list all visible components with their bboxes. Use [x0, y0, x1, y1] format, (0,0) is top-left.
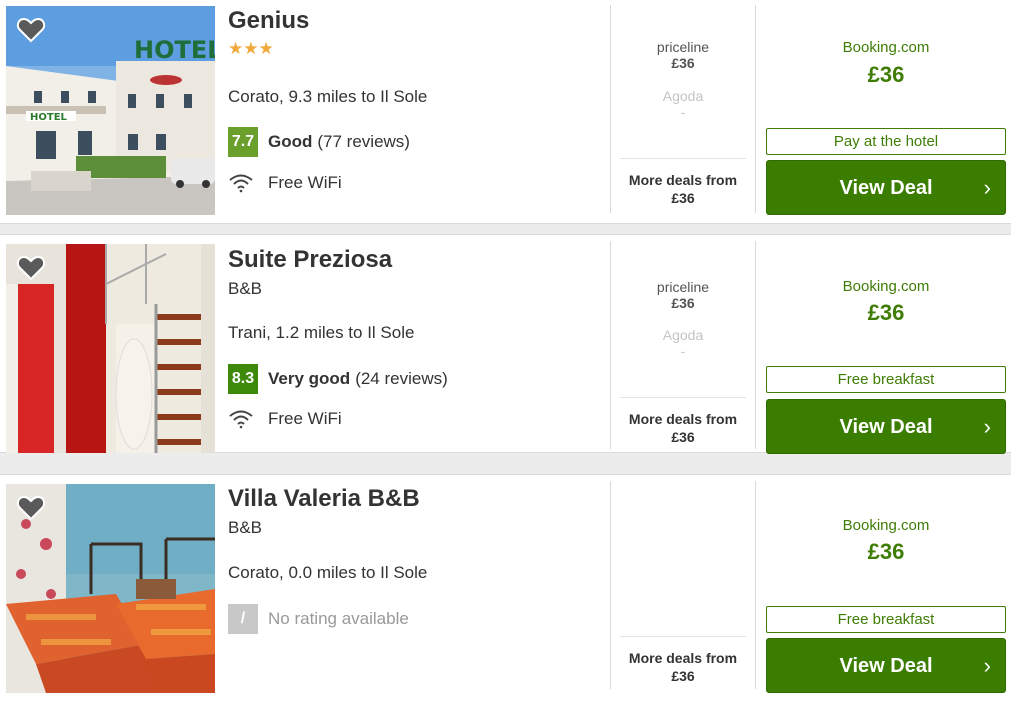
chevron-right-icon: › — [983, 414, 991, 439]
deal-provider[interactable]: Booking.com — [766, 517, 1006, 534]
deal-perk-badge: Free breakfast — [766, 366, 1006, 393]
deal-price[interactable]: £36 — [766, 539, 1006, 565]
alt-provider-price: £36 — [671, 55, 695, 71]
star-rating: ★★★ — [228, 39, 274, 58]
review-count: (77 reviews) — [317, 132, 410, 151]
view-deal-button[interactable]: View Deal › — [766, 638, 1006, 693]
more-deals-link[interactable]: More deals from £36 — [620, 397, 746, 446]
favorite-heart-icon[interactable] — [16, 493, 46, 523]
hotel-name[interactable]: Genius — [228, 7, 309, 35]
more-deals-price: £36 — [671, 190, 695, 206]
hotel-photo[interactable] — [6, 244, 215, 453]
favorite-heart-icon[interactable] — [16, 15, 46, 45]
alt-deal-priceline[interactable]: priceline £36 — [612, 279, 754, 311]
deal-price[interactable]: £36 — [766, 62, 1006, 88]
hotel-location: Corato, 0.0 miles to Il Sole — [228, 563, 428, 582]
rating-word: Very good — [268, 369, 351, 388]
deal-provider[interactable]: Booking.com — [766, 278, 1006, 295]
hotel-photo[interactable] — [6, 484, 215, 693]
view-deal-label: View Deal — [839, 655, 933, 677]
wifi-icon — [229, 410, 253, 429]
view-deal-button[interactable]: View Deal › — [766, 399, 1006, 454]
more-deals-price: £36 — [671, 429, 695, 445]
divider — [755, 481, 756, 689]
divider — [610, 5, 611, 213]
alt-deal-agoda[interactable]: Agoda - — [612, 327, 754, 359]
hotel-name[interactable]: Villa Valeria B&B — [228, 485, 420, 513]
hotel-photo[interactable]: HOTEL HOTEL — [6, 6, 215, 215]
view-deal-button[interactable]: View Deal › — [766, 160, 1006, 215]
alt-provider-name: priceline — [656, 39, 710, 55]
more-deals-label: More deals from — [628, 411, 738, 427]
amenity-wifi: Free WiFi — [228, 171, 342, 195]
chevron-right-icon: › — [983, 653, 991, 678]
property-type: B&B — [228, 518, 263, 537]
review-count: (24 reviews) — [355, 369, 448, 388]
more-deals-link[interactable]: More deals from £36 — [620, 636, 746, 685]
hotel-results-list: HOTEL HOTEL Genius ★★★ Corato, 9.3 miles… — [0, 0, 1011, 701]
hotel-card: Villa Valeria B&B B&B Corato, 0.0 miles … — [0, 474, 1011, 701]
favorite-heart-icon[interactable] — [16, 253, 46, 283]
chevron-right-icon: › — [983, 175, 991, 200]
alt-provider-price: - — [680, 343, 686, 359]
rating-score-badge: / — [228, 604, 258, 634]
alt-deal-priceline[interactable]: priceline £36 — [612, 39, 754, 71]
svg-text:HOTEL: HOTEL — [134, 36, 215, 64]
more-deals-label: More deals from — [628, 650, 738, 666]
divider — [610, 481, 611, 689]
deal-perk-badge: Free breakfast — [766, 606, 1006, 633]
more-deals-link[interactable]: More deals from £36 — [620, 158, 746, 207]
hotel-card: Suite Preziosa B&B Trani, 1.2 miles to I… — [0, 234, 1011, 454]
divider — [755, 5, 756, 213]
svg-text:HOTEL: HOTEL — [30, 112, 68, 123]
more-deals-price: £36 — [671, 668, 695, 684]
deal-perk-badge: Pay at the hotel — [766, 128, 1006, 155]
amenity-label: Free WiFi — [268, 173, 342, 192]
rating-word: Good — [268, 132, 313, 151]
hotel-name[interactable]: Suite Preziosa — [228, 246, 392, 274]
alt-provider-name: Agoda — [662, 88, 704, 104]
alt-provider-name: Agoda — [662, 327, 704, 343]
view-deal-label: View Deal — [839, 416, 933, 438]
amenity-wifi: Free WiFi — [228, 407, 342, 431]
review-rating[interactable]: 7.7 Good (77 reviews) — [228, 127, 410, 157]
review-rating: / No rating available — [228, 604, 414, 634]
hotel-location: Corato, 9.3 miles to Il Sole — [228, 87, 428, 106]
deal-provider[interactable]: Booking.com — [766, 39, 1006, 56]
property-type: B&B — [228, 279, 263, 298]
hotel-location: Trani, 1.2 miles to Il Sole — [228, 323, 415, 342]
deal-price[interactable]: £36 — [766, 300, 1006, 326]
rating-score-badge: 8.3 — [228, 364, 258, 394]
alt-provider-price: £36 — [671, 295, 695, 311]
divider — [755, 241, 756, 449]
review-rating[interactable]: 8.3 Very good (24 reviews) — [228, 364, 448, 394]
alt-provider-name: priceline — [656, 279, 710, 295]
hotel-card: HOTEL HOTEL Genius ★★★ Corato, 9.3 miles… — [0, 0, 1011, 224]
rating-word: No rating available — [268, 609, 409, 628]
amenity-label: Free WiFi — [268, 409, 342, 428]
more-deals-label: More deals from — [628, 172, 738, 188]
alt-provider-price: - — [680, 104, 686, 120]
alt-deal-agoda[interactable]: Agoda - — [612, 88, 754, 120]
view-deal-label: View Deal — [839, 177, 933, 199]
rating-score-badge: 7.7 — [228, 127, 258, 157]
divider — [610, 241, 611, 449]
wifi-icon — [229, 174, 253, 193]
